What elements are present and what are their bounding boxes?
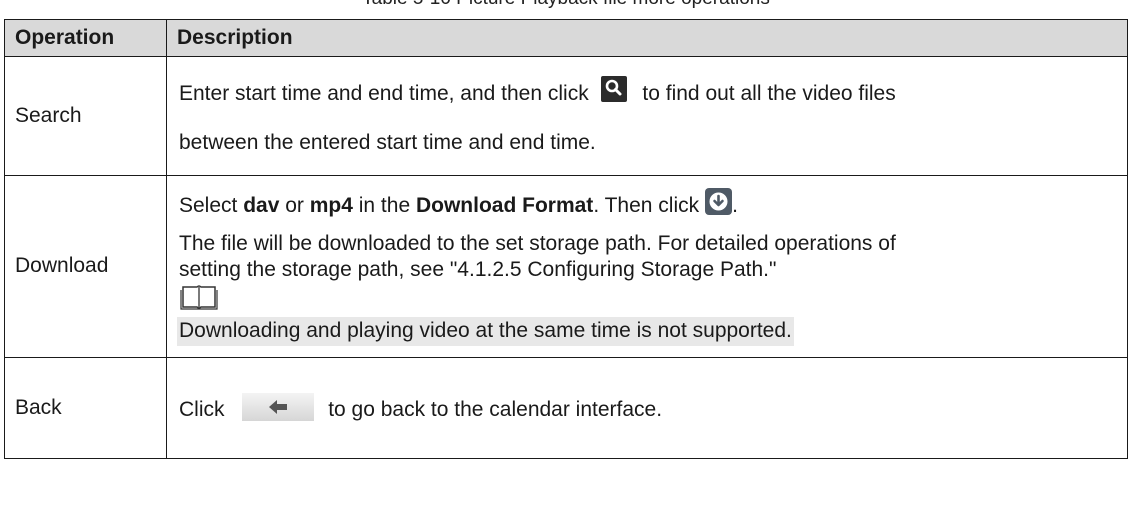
download-format-dav: dav: [243, 193, 280, 217]
search-text-line2: between the entered start time and end t…: [179, 130, 596, 154]
download-text-then-click: . Then click: [593, 193, 700, 217]
book-note-icon: [179, 283, 219, 311]
search-icon: [600, 76, 627, 103]
table-header-row: Operation Description: [4, 19, 1128, 57]
description-cell-download: Select dav or mp4 in the Download Format…: [166, 175, 1128, 358]
back-text-after: to go back to the calendar interface.: [328, 397, 663, 421]
table-row-search: Search Enter start time and end time, an…: [4, 56, 1128, 176]
operation-cell-download: Download: [4, 175, 167, 358]
download-path-line1: The file will be downloaded to the set s…: [179, 231, 896, 255]
download-format-mp4: mp4: [309, 193, 353, 217]
header-description: Description: [166, 19, 1128, 57]
table-caption: Table 5-10 Picture Playback file more op…: [0, 0, 1132, 10]
download-note-text: Downloading and playing video at the sam…: [177, 317, 794, 346]
download-path-line2: setting the storage path, see "4.1.2.5 C…: [179, 258, 777, 281]
download-text-or: or: [279, 193, 310, 217]
download-text-in-the: in the: [352, 193, 416, 217]
table-row-download: Download Select dav or mp4 in the Downlo…: [4, 175, 1128, 358]
table-row-back: Back Click to go back to the calendar in…: [4, 357, 1128, 459]
back-arrow-icon: [242, 392, 315, 421]
download-format-label: Download Format: [415, 193, 594, 217]
download-text-end: .: [732, 193, 738, 217]
back-text-before: Click: [179, 397, 225, 421]
download-text-select: Select: [179, 193, 244, 217]
operation-cell-search: Search: [4, 56, 167, 176]
description-cell-search: Enter start time and end time, and then …: [166, 56, 1128, 176]
operation-cell-back: Back: [4, 357, 167, 459]
operations-table: Operation Description Search Enter start…: [4, 19, 1128, 459]
search-text-after: to find out all the video files: [642, 82, 896, 106]
header-operation: Operation: [4, 19, 167, 57]
description-cell-back: Click to go back to the calendar interfa…: [166, 357, 1128, 459]
search-text-before: Enter start time and end time, and then …: [179, 82, 589, 106]
download-icon: [705, 187, 733, 215]
